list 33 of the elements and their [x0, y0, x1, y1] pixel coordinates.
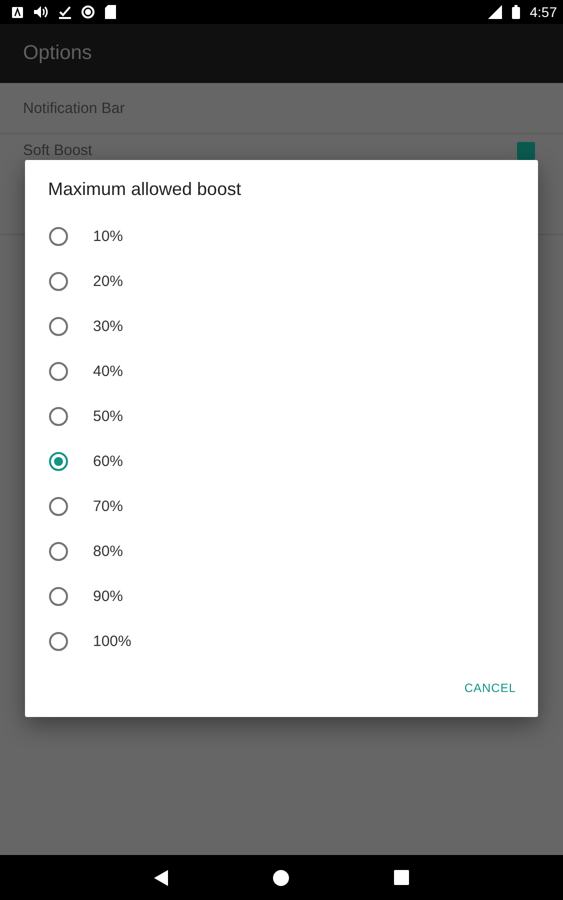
radio-button[interactable] — [49, 452, 68, 471]
option-label[interactable]: 60% — [93, 453, 124, 470]
option-label[interactable]: 50% — [93, 408, 124, 425]
cancel-button[interactable]: CANCEL — [456, 673, 524, 703]
circle-icon — [81, 5, 95, 19]
radio-button[interactable] — [49, 542, 68, 561]
radio-button[interactable] — [49, 407, 68, 426]
battery-icon — [512, 5, 520, 19]
back-icon[interactable] — [154, 870, 168, 886]
radio-button[interactable] — [49, 632, 68, 651]
radio-button[interactable] — [49, 227, 68, 246]
option-label[interactable]: 30% — [93, 318, 124, 335]
radio-button[interactable] — [49, 272, 68, 291]
option-label[interactable]: 20% — [93, 273, 124, 290]
option-label[interactable]: 100% — [93, 633, 132, 650]
option-label[interactable]: 70% — [93, 498, 124, 515]
dialog-title: Maximum allowed boost — [47, 179, 242, 200]
radio-button[interactable] — [49, 362, 68, 381]
option-label[interactable]: 10% — [93, 228, 124, 245]
signal-icon — [486, 5, 502, 19]
volume-icon — [33, 5, 49, 19]
toolbar-title: Options — [23, 42, 92, 65]
radio-button[interactable] — [49, 497, 68, 516]
sd-card-icon — [105, 5, 116, 19]
radio-button[interactable] — [49, 587, 68, 606]
radio-button[interactable] — [49, 317, 68, 336]
option-label[interactable]: 90% — [93, 588, 124, 605]
download-done-icon — [59, 6, 71, 18]
checkbox[interactable] — [517, 142, 535, 160]
option-label[interactable]: 40% — [93, 363, 124, 380]
option-label[interactable]: 80% — [93, 543, 124, 560]
home-icon[interactable] — [273, 870, 289, 886]
status-time: 4:57 — [530, 4, 557, 20]
